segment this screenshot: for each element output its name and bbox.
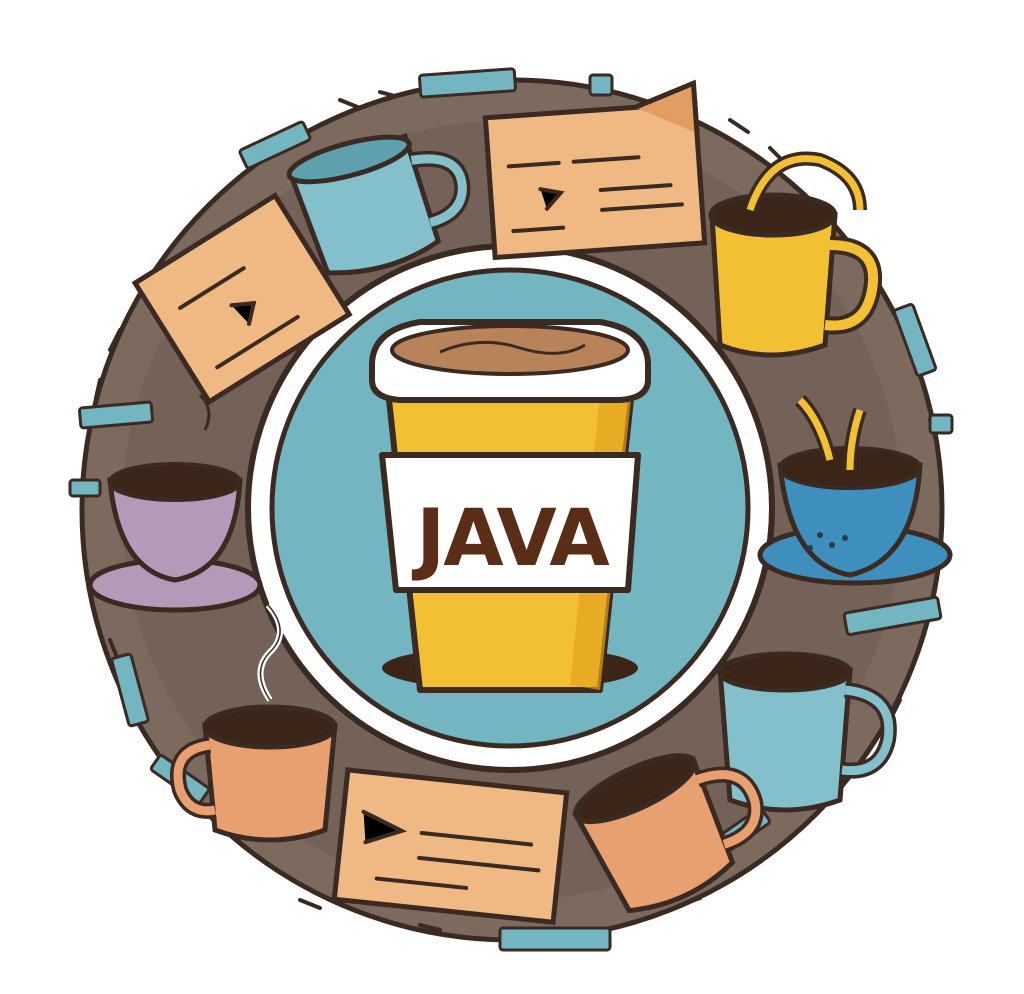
coffee-cup-icon: JAVA: [369, 319, 651, 693]
java-coffee-badge: JAVA: [68, 67, 954, 952]
cup-label: JAVA: [411, 494, 609, 584]
